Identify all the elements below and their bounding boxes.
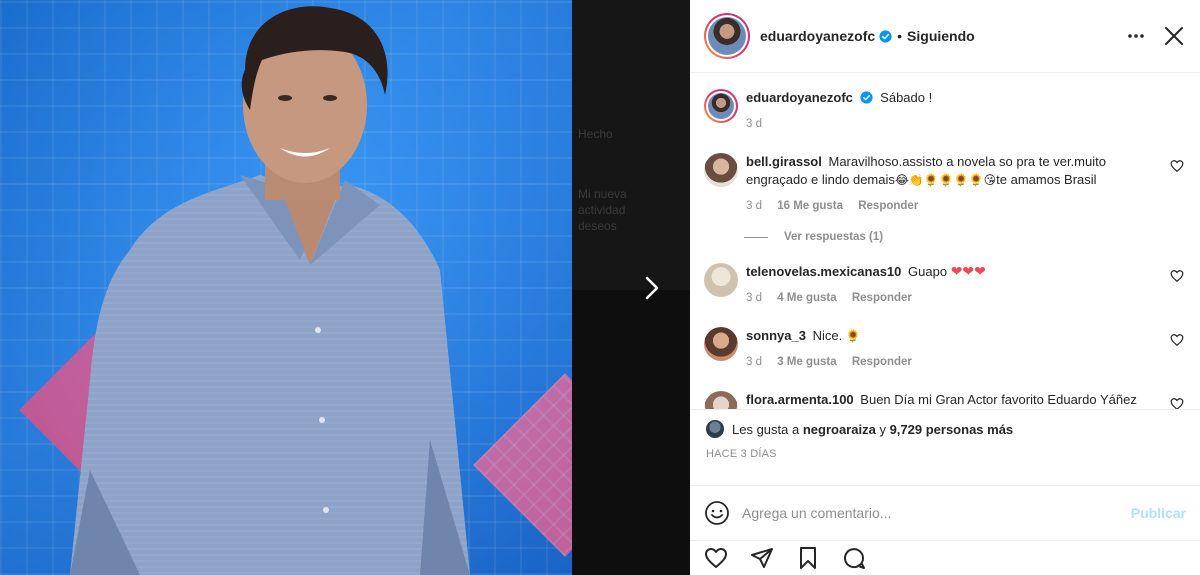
view-replies-button[interactable]: Ver respuestas (1) — [744, 231, 1184, 243]
avatar[interactable] — [704, 153, 738, 187]
comment-time[interactable]: 3 d — [746, 200, 762, 212]
post-modal: Hecho Mi nueva actividad deseos eduardoy… — [0, 0, 1200, 575]
avatar[interactable] — [704, 89, 738, 123]
more-horizontal-icon — [1128, 34, 1144, 38]
background-text: Hecho — [578, 127, 613, 141]
comment-username[interactable]: bell.girassol — [746, 154, 822, 169]
verified-badge-icon — [879, 29, 892, 43]
comment-item: flora.armenta.100 Buen Día mi Gran Actor… — [704, 391, 1184, 409]
share-icon[interactable] — [750, 546, 774, 570]
close-icon — [1165, 27, 1183, 45]
comment-time[interactable]: 3 d — [746, 292, 762, 304]
comment-text: Nice. — [812, 328, 843, 343]
background-text: actividad — [578, 203, 626, 217]
comment-username[interactable]: telenovelas.mexicanas10 — [746, 264, 901, 279]
likes-middle: y — [879, 421, 886, 437]
separator-dot: • — [897, 28, 903, 44]
post-time-ago[interactable]: HACE 3 DÍAS — [706, 448, 1184, 460]
background-text: Mi nueva — [578, 187, 627, 201]
reply-button[interactable]: Responder — [852, 292, 912, 304]
add-comment-bar: Publicar — [690, 485, 1200, 540]
comment-likes[interactable]: 4 Me gusta — [777, 292, 836, 304]
caption-time[interactable]: 3 d — [746, 118, 762, 130]
header-username[interactable]: eduardoyanezofc — [760, 28, 875, 44]
post-header: eduardoyanezofc • Siguiendo — [690, 0, 1200, 73]
comment-item: sonnya_3 Nice. 🌻 3 d 3 Me gusta Responde… — [704, 327, 1184, 371]
more-options-button[interactable] — [1124, 24, 1148, 48]
next-post-button[interactable] — [638, 273, 666, 303]
comment-likes[interactable]: 16 Me gusta — [777, 200, 843, 212]
like-comment-icon[interactable] — [1170, 333, 1184, 347]
comment-username[interactable]: flora.armenta.100 — [746, 392, 854, 407]
bookmark-icon[interactable] — [796, 546, 820, 570]
background-text: deseos — [578, 219, 617, 233]
avatar[interactable] — [704, 263, 738, 297]
comment-emojis: ❤❤❤ — [950, 264, 986, 280]
comment-input[interactable] — [742, 505, 1131, 521]
view-replies-label: Ver respuestas (1) — [784, 231, 884, 243]
emoji-picker-icon[interactable] — [704, 500, 730, 526]
comment-item: bell.girassol Maravilhoso.assisto a nove… — [704, 153, 1184, 215]
like-comment-icon[interactable] — [1170, 397, 1184, 409]
comment-time[interactable]: 3 d — [746, 356, 762, 368]
like-comment-icon[interactable] — [1170, 159, 1184, 173]
verified-badge-icon — [859, 91, 873, 104]
photo-person — [70, 6, 470, 575]
likes-count[interactable]: 9,729 personas más — [890, 422, 1014, 437]
post-actions — [690, 540, 1200, 575]
post-sidebar: eduardoyanezofc • Siguiendo eduardoyanez… — [690, 0, 1200, 575]
avatar[interactable] — [704, 391, 738, 409]
comment-text: Guapo — [908, 264, 948, 279]
caption-text: Sábado ! — [880, 90, 933, 105]
comment-likes[interactable]: 3 Me gusta — [777, 356, 836, 368]
avatar[interactable] — [704, 327, 738, 361]
follow-status-button[interactable]: Siguiendo — [907, 28, 975, 44]
comment-emojis: 😂👏🌻🌻🌻🌻😘 — [894, 173, 997, 187]
publish-button[interactable]: Publicar — [1131, 505, 1186, 521]
likes-section: Les gusta a negroaraiza y 9,729 personas… — [690, 409, 1200, 485]
comment-username[interactable]: sonnya_3 — [746, 328, 806, 343]
comment-icon[interactable] — [842, 546, 866, 570]
close-button[interactable] — [1162, 24, 1186, 48]
avatar — [706, 420, 724, 438]
comments-list[interactable]: eduardoyanezofc Sábado ! 3 d bell.girass… — [690, 73, 1200, 409]
comment-emojis: 🌻 — [845, 329, 861, 343]
reply-button[interactable]: Responder — [858, 200, 918, 212]
post-photo[interactable] — [0, 0, 572, 575]
comment-item: telenovelas.mexicanas10 Guapo ❤❤❤ 3 d 4 … — [704, 263, 1184, 307]
post-caption: eduardoyanezofc Sábado ! 3 d — [704, 89, 1184, 133]
likes-prefix: Les gusta a — [732, 421, 800, 437]
adjacent-post-preview: Hecho Mi nueva actividad deseos — [572, 0, 690, 575]
like-icon[interactable] — [704, 546, 728, 570]
likes-user[interactable]: negroaraiza — [803, 422, 876, 437]
avatar[interactable] — [704, 13, 750, 59]
like-comment-icon[interactable] — [1170, 269, 1184, 283]
likes-summary[interactable]: Les gusta a negroaraiza y 9,729 personas… — [706, 420, 1184, 438]
chevron-right-icon — [645, 276, 659, 300]
comment-text: te amamos Brasil — [996, 172, 1097, 187]
reply-button[interactable]: Responder — [852, 356, 912, 368]
caption-username[interactable]: eduardoyanezofc — [746, 90, 853, 105]
